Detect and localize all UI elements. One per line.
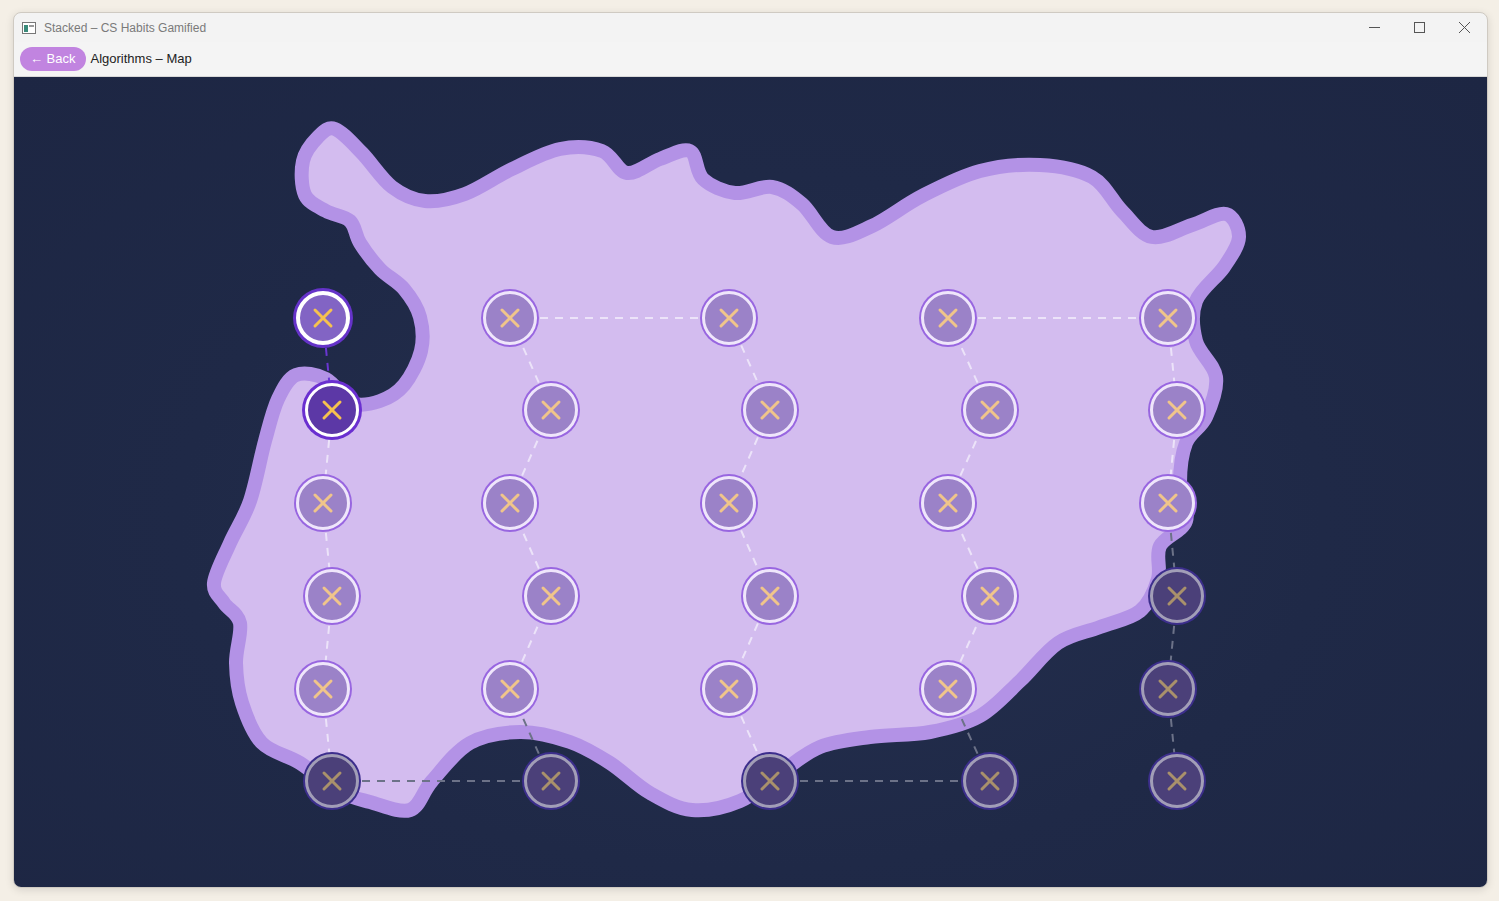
level-node[interactable]: [305, 754, 359, 808]
level-node[interactable]: [483, 476, 537, 530]
level-node[interactable]: [702, 662, 756, 716]
level-node[interactable]: [1141, 662, 1195, 716]
page-title: Algorithms – Map: [91, 49, 192, 69]
toolbar: ← Back Algorithms – Map: [14, 42, 1487, 77]
cross-icon: [540, 585, 562, 607]
maximize-icon: [1414, 22, 1425, 33]
level-node[interactable]: [921, 291, 975, 345]
path-edge: [332, 780, 551, 782]
level-node[interactable]: [524, 754, 578, 808]
level-node[interactable]: [921, 662, 975, 716]
cross-icon: [759, 399, 781, 421]
map-canvas: [14, 77, 1487, 887]
level-node[interactable]: [1150, 754, 1204, 808]
region-shape: [214, 128, 1239, 811]
level-node[interactable]: [483, 291, 537, 345]
cross-icon: [1166, 770, 1188, 792]
level-node[interactable]: [1141, 291, 1195, 345]
path-edge: [948, 317, 1168, 319]
level-node[interactable]: [702, 291, 756, 345]
cross-icon: [321, 399, 343, 421]
level-node[interactable]: [743, 383, 797, 437]
back-button[interactable]: ← Back: [20, 47, 86, 71]
cross-icon: [979, 770, 1001, 792]
cross-icon: [312, 492, 334, 514]
level-node[interactable]: [743, 754, 797, 808]
app-icon: [22, 22, 36, 34]
level-node[interactable]: [483, 662, 537, 716]
title-bar: Stacked – CS Habits Gamified: [14, 13, 1487, 42]
cross-icon: [759, 770, 781, 792]
window-title: Stacked – CS Habits Gamified: [44, 19, 1352, 37]
level-node[interactable]: [524, 383, 578, 437]
cross-icon: [937, 307, 959, 329]
cross-icon: [937, 678, 959, 700]
close-button[interactable]: [1442, 13, 1487, 42]
level-node[interactable]: [296, 291, 350, 345]
app-window: Stacked – CS Habits Gamified ← Back Algo…: [13, 12, 1488, 888]
cross-icon: [1166, 399, 1188, 421]
level-node[interactable]: [963, 569, 1017, 623]
cross-icon: [718, 492, 740, 514]
level-node[interactable]: [296, 662, 350, 716]
minimize-icon: [1369, 22, 1380, 33]
path-edge: [770, 780, 990, 782]
cross-icon: [312, 678, 334, 700]
level-node[interactable]: [921, 476, 975, 530]
cross-icon: [540, 770, 562, 792]
cross-icon: [499, 307, 521, 329]
minimize-button[interactable]: [1352, 13, 1397, 42]
cross-icon: [499, 678, 521, 700]
cross-icon: [1157, 678, 1179, 700]
level-node[interactable]: [702, 476, 756, 530]
level-node[interactable]: [743, 569, 797, 623]
cross-icon: [1157, 492, 1179, 514]
level-node[interactable]: [524, 569, 578, 623]
path-edge: [510, 317, 729, 319]
level-node[interactable]: [305, 569, 359, 623]
level-node[interactable]: [296, 476, 350, 530]
level-node[interactable]: [305, 383, 359, 437]
cross-icon: [1166, 585, 1188, 607]
cross-icon: [1157, 307, 1179, 329]
cross-icon: [499, 492, 521, 514]
cross-icon: [321, 770, 343, 792]
cross-icon: [718, 678, 740, 700]
maximize-button[interactable]: [1397, 13, 1442, 42]
level-node[interactable]: [1150, 569, 1204, 623]
cross-icon: [979, 585, 1001, 607]
level-node[interactable]: [963, 383, 1017, 437]
close-icon: [1459, 22, 1470, 33]
cross-icon: [312, 307, 334, 329]
cross-icon: [759, 585, 781, 607]
cross-icon: [321, 585, 343, 607]
cross-icon: [979, 399, 1001, 421]
cross-icon: [937, 492, 959, 514]
cross-icon: [718, 307, 740, 329]
level-node[interactable]: [1150, 383, 1204, 437]
level-node[interactable]: [1141, 476, 1195, 530]
cross-icon: [540, 399, 562, 421]
level-node[interactable]: [963, 754, 1017, 808]
